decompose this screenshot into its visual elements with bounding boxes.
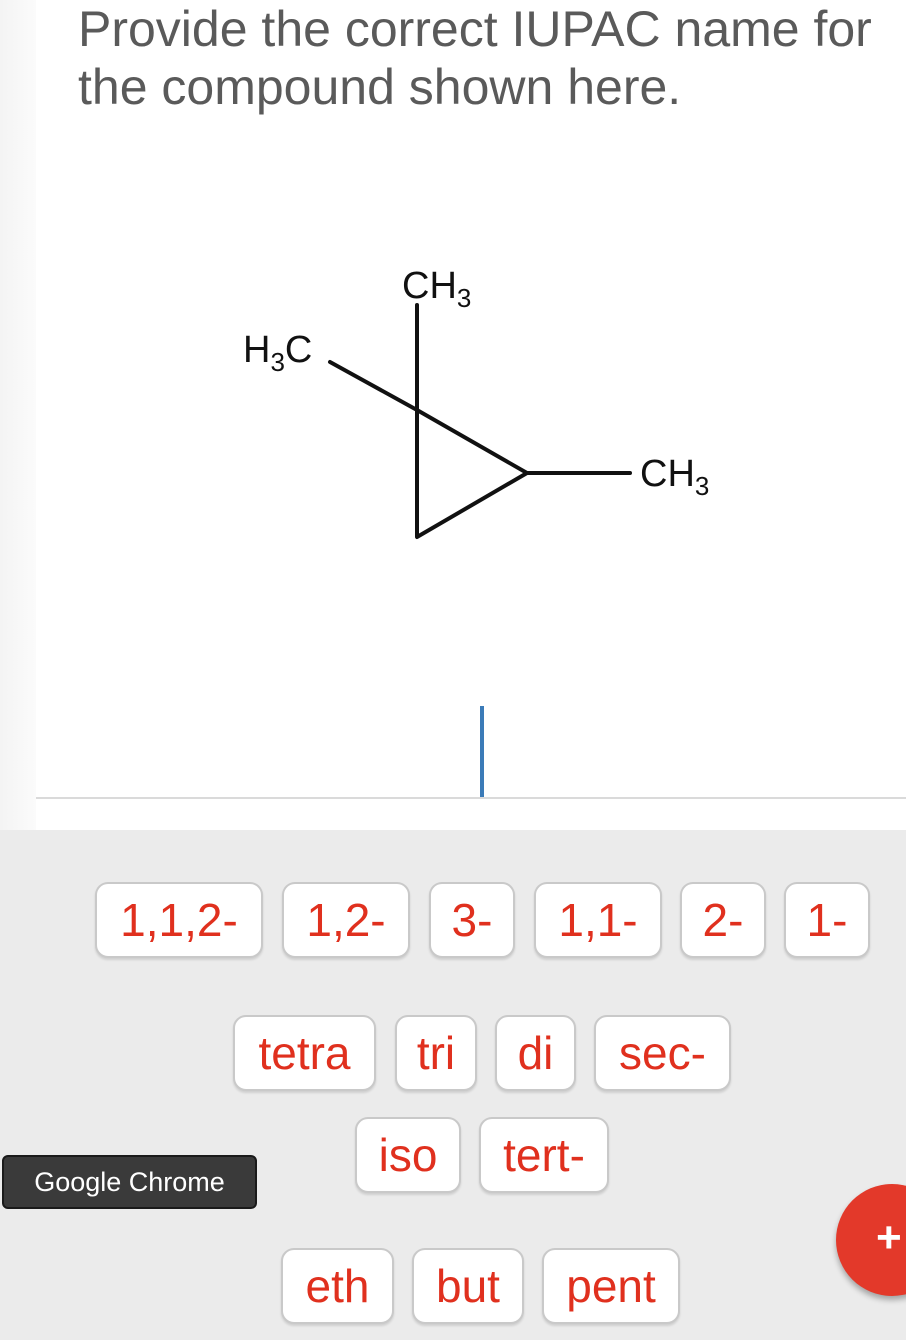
top-methyl-label: CH3 [402, 265, 471, 313]
left-methyl-label: H3C [243, 329, 312, 377]
key-locant-1-1[interactable]: 1,1- [534, 882, 662, 958]
key-pent[interactable]: pent [542, 1248, 680, 1324]
key-di[interactable]: di [495, 1015, 576, 1091]
key-tri[interactable]: tri [395, 1015, 477, 1091]
key-locant-1-1-2[interactable]: 1,1,2- [95, 882, 263, 958]
page: Provide the correct IUPAC name for the c… [0, 0, 906, 1340]
plus-icon: + [876, 1213, 902, 1262]
key-locant-2[interactable]: 2- [680, 882, 766, 958]
key-but[interactable]: but [412, 1248, 524, 1324]
key-locant-3[interactable]: 3- [429, 882, 515, 958]
left-methyl-bond [328, 360, 419, 412]
key-iso[interactable]: iso [355, 1117, 461, 1193]
key-sec[interactable]: sec- [594, 1015, 731, 1091]
key-tert[interactable]: tert- [479, 1117, 609, 1193]
answer-input[interactable] [36, 797, 906, 799]
cyclopropane-ring [415, 408, 529, 539]
key-eth[interactable]: eth [281, 1248, 394, 1324]
app-tooltip: Google Chrome [2, 1155, 257, 1209]
molecule-structure: CH3 H3C CH3 [243, 265, 709, 539]
key-locant-1[interactable]: 1- [784, 882, 870, 958]
right-methyl-label: CH3 [640, 453, 709, 501]
key-locant-1-2[interactable]: 1,2- [282, 882, 410, 958]
key-tetra[interactable]: tetra [233, 1015, 376, 1091]
text-cursor [480, 706, 484, 798]
